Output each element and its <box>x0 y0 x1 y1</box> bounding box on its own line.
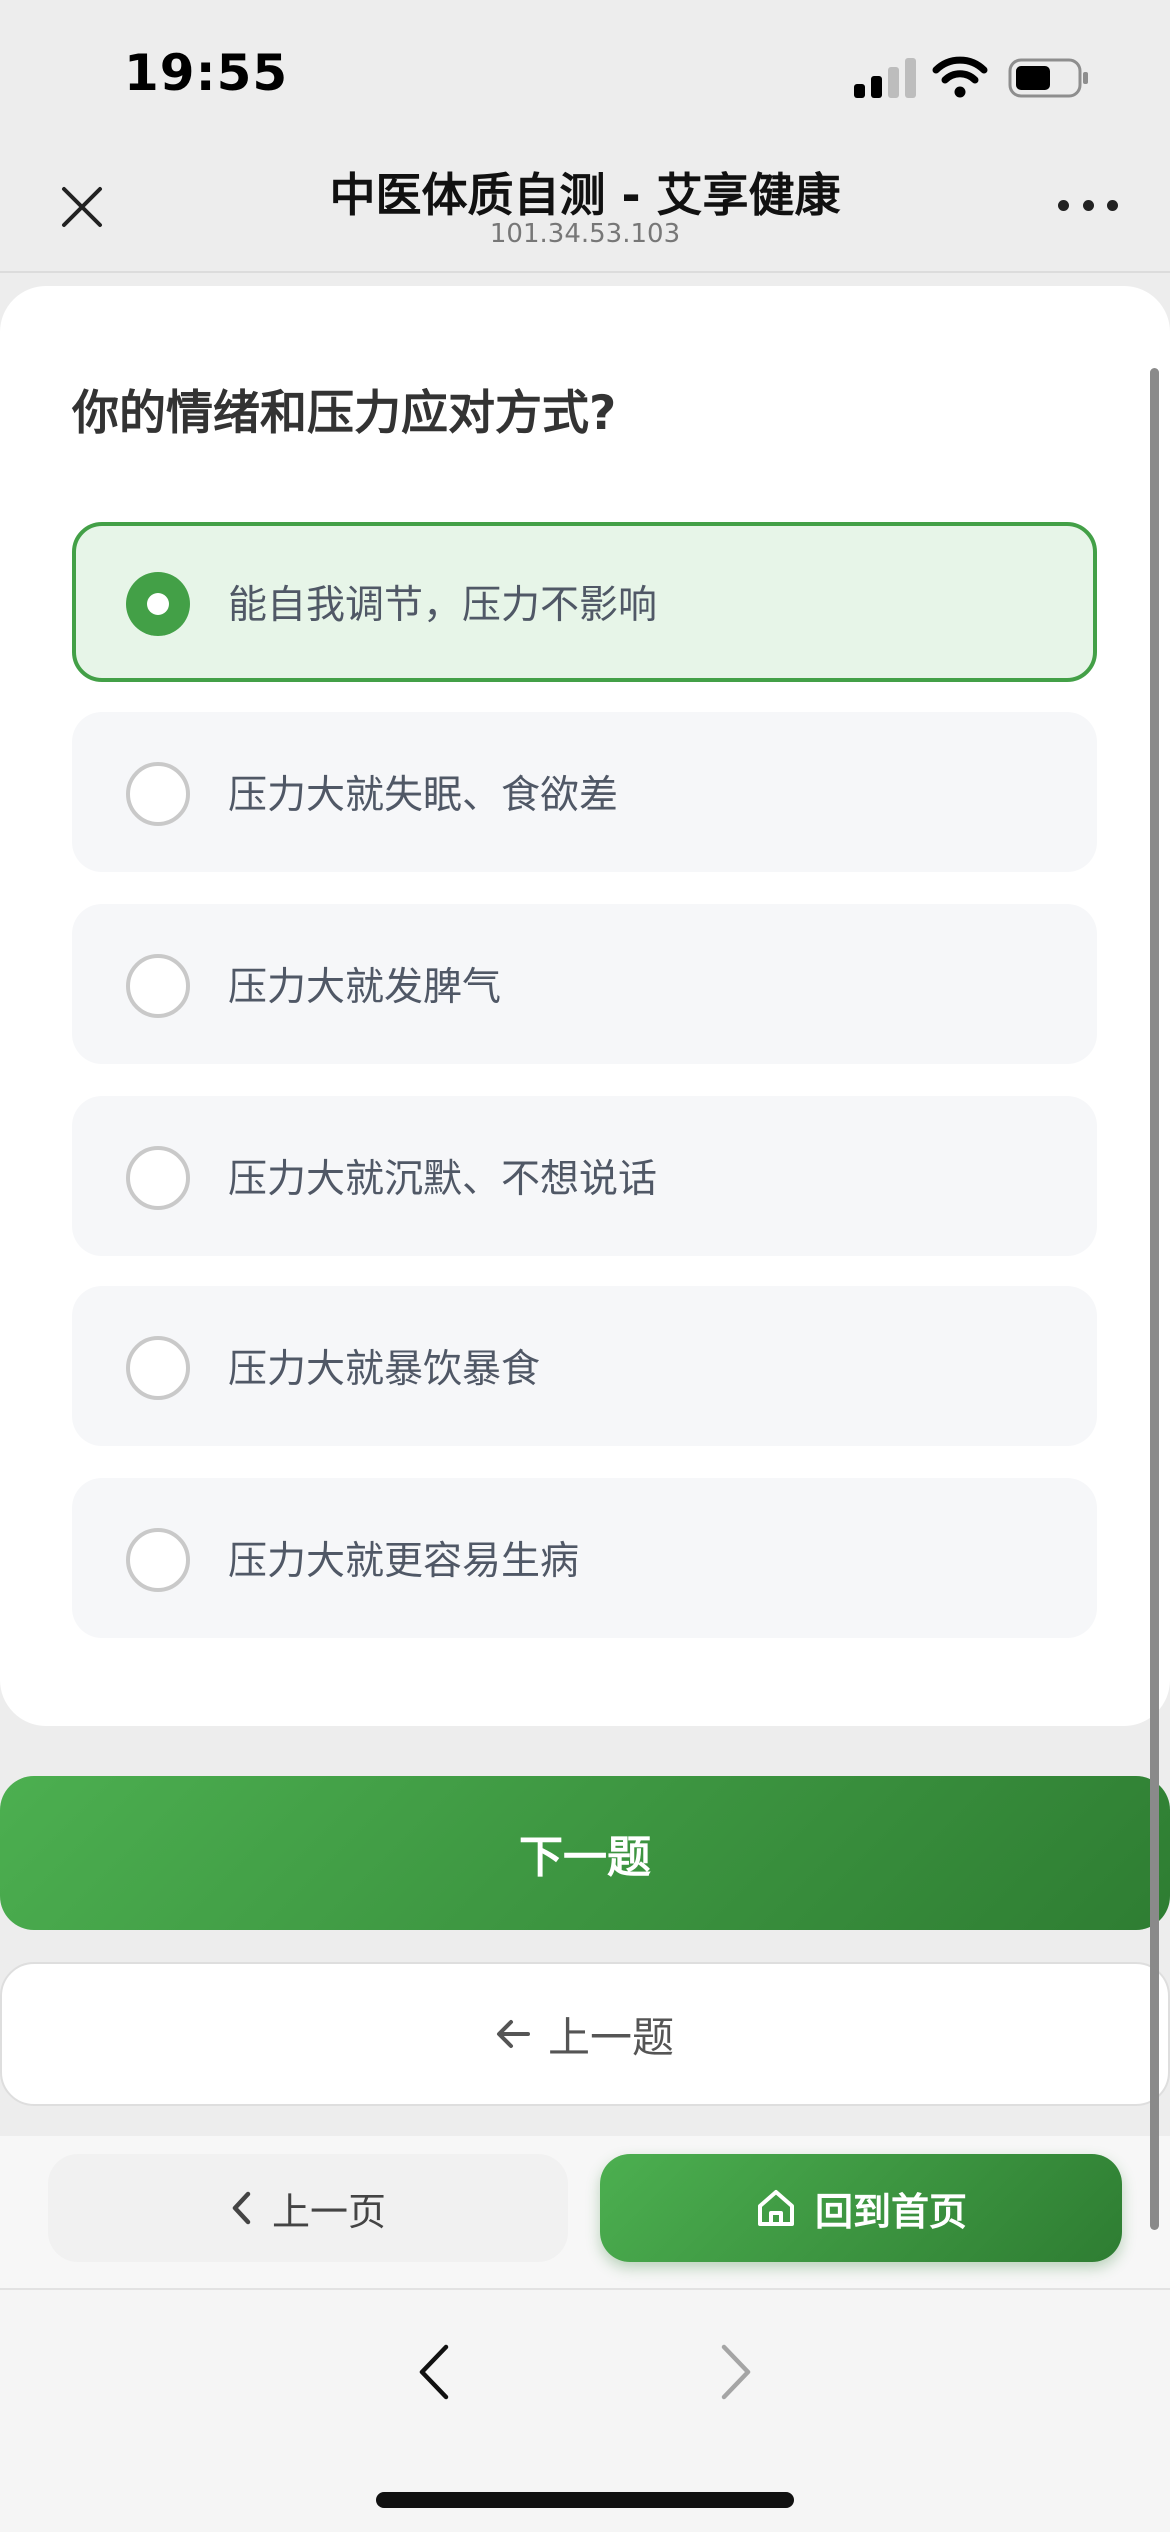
home-icon <box>755 2187 797 2229</box>
prev-page-label: 上一页 <box>271 2189 386 2234</box>
radio-button[interactable] <box>126 1146 190 1210</box>
app-screen: 19:55 中医体质自测 - 艾享健康 101.34.53.103 你的情绪和压… <box>0 0 1170 2532</box>
next-question-button[interactable]: 下一题 <box>0 1776 1170 1930</box>
option-item[interactable]: 能自我调节，压力不影响 <box>72 522 1097 682</box>
chevron-left-icon <box>230 2191 252 2225</box>
bottom-bar: 上一页 回到首页 <box>0 2136 1170 2288</box>
home-indicator <box>376 2492 794 2508</box>
next-question-label: 下一题 <box>519 1832 651 1883</box>
more-dots-icon[interactable] <box>1058 185 1118 225</box>
browser-toolbar <box>0 2288 1170 2532</box>
option-label: 能自我调节，压力不影响 <box>228 583 658 628</box>
page-title: 中医体质自测 - 艾享健康 <box>329 168 841 222</box>
radio-button[interactable] <box>126 954 190 1018</box>
wifi-icon <box>932 56 988 98</box>
cellular-signal-icon <box>854 58 916 98</box>
status-bar: 19:55 <box>0 0 1170 145</box>
option-label: 压力大就发脾气 <box>228 965 502 1010</box>
option-item[interactable]: 压力大就沉默、不想说话 <box>72 1096 1097 1256</box>
arrow-left-icon <box>496 2019 530 2049</box>
radio-button[interactable] <box>126 1336 190 1400</box>
radio-button[interactable] <box>126 762 190 826</box>
nav-bar: 中医体质自测 - 艾享健康 101.34.53.103 <box>0 145 1170 273</box>
option-item[interactable]: 压力大就更容易生病 <box>72 1478 1097 1638</box>
option-label: 压力大就沉默、不想说话 <box>228 1157 658 1202</box>
radio-button[interactable] <box>126 572 190 636</box>
page-url: 101.34.53.103 <box>489 219 681 249</box>
chevron-left-icon[interactable] <box>404 2332 464 2412</box>
option-label: 压力大就失眠、食欲差 <box>228 773 619 818</box>
radio-button[interactable] <box>126 1528 190 1592</box>
question-title: 你的情绪和压力应对方式? <box>72 386 617 441</box>
option-label: 压力大就暴饮暴食 <box>228 1347 541 1392</box>
prev-question-button[interactable]: 上一题 <box>0 1962 1170 2106</box>
prev-question-label: 上一题 <box>547 2012 674 2062</box>
status-time: 19:55 <box>124 44 289 102</box>
home-label: 回到首页 <box>814 2189 967 2234</box>
option-label: 压力大就更容易生病 <box>228 1539 580 1584</box>
question-card: 你的情绪和压力应对方式? 能自我调节，压力不影响 压力大就失眠、食欲差 压力大就… <box>0 286 1170 1726</box>
option-item[interactable]: 压力大就失眠、食欲差 <box>72 712 1097 872</box>
home-button[interactable]: 回到首页 <box>600 2154 1122 2262</box>
battery-icon <box>1008 58 1090 98</box>
chevron-right-icon[interactable] <box>706 2332 766 2412</box>
option-item[interactable]: 压力大就暴饮暴食 <box>72 1286 1097 1446</box>
option-item[interactable]: 压力大就发脾气 <box>72 904 1097 1064</box>
prev-page-button[interactable]: 上一页 <box>48 2154 568 2262</box>
scrollbar[interactable] <box>1150 368 1159 2230</box>
